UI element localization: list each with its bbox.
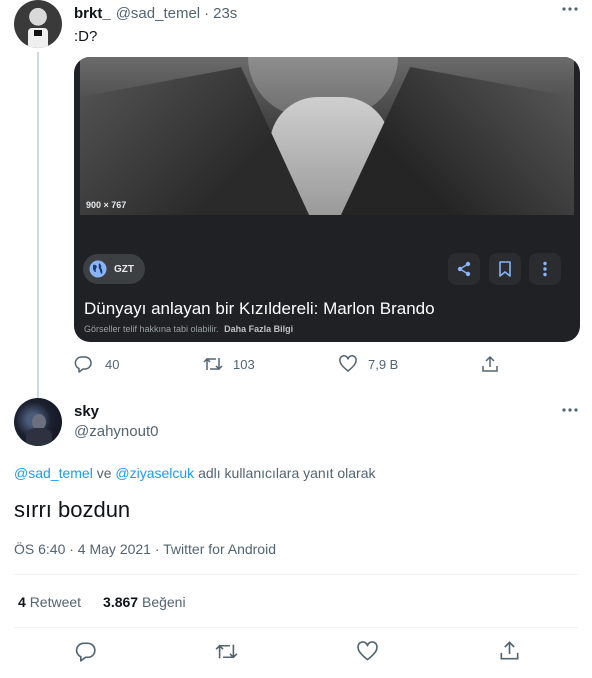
timestamp[interactable]: 23s [213,5,237,22]
upload-icon [481,355,499,373]
divider [14,574,578,575]
like-icon [339,355,357,373]
main-tweet: sky @zahynout0 @sad_temel ve @ziyaselcuk… [0,390,592,678]
source-label: GZT [114,263,134,275]
retweets-count: 4 [18,594,26,610]
handle[interactable]: @zahynout0 [74,423,158,440]
likes-stat[interactable]: 3.867 Beğeni [103,594,186,610]
reply-count: 40 [105,356,120,372]
engagement-stats: 4 Retweet 3.867 Beğeni [18,594,186,610]
reply-icon [74,355,92,373]
likes-label: Beğeni [141,594,186,610]
vertical-more-icon [542,261,548,277]
handle[interactable]: @sad_temel [116,5,200,22]
bookmark-icon [498,261,512,277]
copyright-note: Görseller telif hakkına tabi olabilir. [84,324,219,334]
card-more-button[interactable] [529,253,561,285]
more-icon[interactable] [562,407,578,413]
retweet-button[interactable] [215,641,238,662]
like-button[interactable] [357,641,378,662]
more-icon[interactable] [562,6,578,12]
more-info-link[interactable]: Daha Fazla Bilgi [224,324,293,334]
tweet-timestamp[interactable]: ÖS 6:40 · 4 May 2021 · Twitter for Andro… [14,541,276,557]
reply-icon [75,641,96,662]
image-size-label: 900 × 767 [86,200,127,210]
like-icon [357,641,378,662]
divider [14,627,578,628]
display-name[interactable]: sky [74,403,99,420]
share-icon [456,261,472,277]
media-card[interactable]: 900 × 767 GZT Dünyayı anlayan bir Kızıld… [74,57,580,342]
separator-dot: · [204,4,210,22]
like-count: 7,9 B [368,356,399,372]
share-button[interactable] [499,640,520,661]
retweet-count: 103 [233,356,255,372]
avatar[interactable] [14,0,62,48]
display-name[interactable]: brkt_ [74,5,111,22]
retweet-action[interactable]: 103 [203,355,255,373]
thread-line [37,52,39,398]
share-action[interactable] [481,355,499,373]
retweet-icon [215,641,238,662]
tweet-header: brkt_ @sad_temel · 23s [74,4,237,22]
reply-conj: ve [92,465,116,481]
likes-count: 3.867 [103,594,139,610]
tweet-text: :D? [74,28,98,45]
card-title[interactable]: Dünyayı anlayan bir Kızıldereli: Marlon … [84,299,435,319]
card-footer: Görseller telif hakkına tabi olabilir. D… [84,324,293,334]
retweets-stat[interactable]: 4 Retweet [18,594,81,610]
card-photo[interactable]: 900 × 767 [80,57,574,215]
reply-tweet[interactable]: brkt_ @sad_temel · 23s :D? 900 × 767 GZT [0,0,592,398]
reply-action[interactable]: 40 [74,355,119,373]
avatar[interactable] [14,398,62,446]
share-button[interactable] [448,253,480,285]
mention-link[interactable]: @ziyaselcuk [115,465,194,481]
reply-suffix: adlı kullanıcılara yanıt olarak [194,465,376,481]
reply-button[interactable] [75,641,96,662]
upload-icon [499,640,520,661]
globe-icon [89,260,107,278]
bookmark-button[interactable] [489,253,521,285]
tweet-text: sırrı bozdun [14,497,131,522]
like-action[interactable]: 7,9 B [339,355,398,373]
mention-link[interactable]: @sad_temel [14,465,93,481]
retweet-icon [203,355,223,373]
retweets-label: Retweet [29,594,82,610]
source-badge[interactable]: GZT [83,254,145,284]
replying-to: @sad_temel ve @ziyaselcuk adlı kullanıcı… [14,465,376,481]
